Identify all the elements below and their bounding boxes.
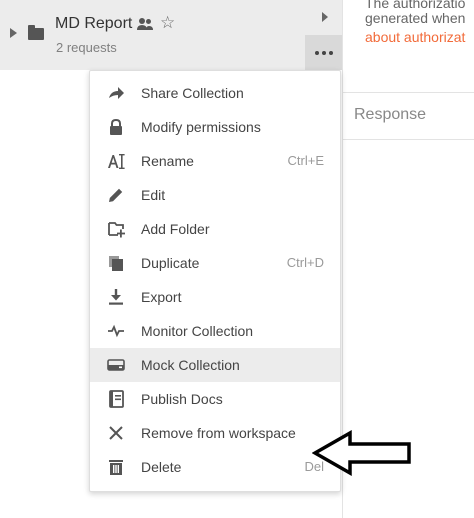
folder-icon [28, 25, 44, 40]
response-header: Response [354, 106, 427, 123]
menu-item-rename[interactable]: Rename Ctrl+E [90, 144, 340, 178]
expand-caret-icon[interactable] [10, 28, 17, 38]
menu-item-label: Delete [141, 459, 182, 475]
menu-item-label: Export [141, 289, 182, 305]
divider [343, 139, 474, 140]
menu-item-remove-from-workspace[interactable]: Remove from workspace [90, 416, 340, 450]
description-line-2: generated when [365, 10, 466, 26]
menu-item-label: Add Folder [141, 221, 210, 237]
menu-item-label: Duplicate [141, 255, 200, 271]
collection-title: MD Report [55, 15, 133, 32]
lock-icon [110, 118, 122, 135]
menu-item-export[interactable]: Export [90, 280, 340, 314]
duplicate-icon [109, 256, 123, 271]
collection-request-count: 2 requests [56, 40, 117, 55]
docs-icon [109, 390, 124, 408]
menu-item-publish-docs[interactable]: Publish Docs [90, 382, 340, 416]
collection-context-menu: Share Collection Modify permissions Rena… [89, 70, 341, 492]
menu-item-label: Remove from workspace [141, 425, 296, 441]
export-icon [109, 289, 123, 305]
menu-item-label: Mock Collection [141, 357, 240, 373]
menu-item-label: Modify permissions [141, 119, 261, 135]
menu-item-label: Monitor Collection [141, 323, 254, 339]
menu-item-share-collection[interactable]: Share Collection [90, 76, 340, 110]
add-folder-icon [108, 222, 125, 238]
mock-server-icon [107, 359, 125, 371]
collection-row[interactable]: MD Report ☆ 2 requests [0, 0, 342, 70]
share-arrow-icon [109, 87, 124, 99]
menu-item-label: Edit [141, 187, 166, 203]
star-icon[interactable]: ☆ [160, 14, 175, 31]
close-icon [109, 426, 123, 440]
menu-item-label: Publish Docs [141, 391, 223, 407]
team-icon [137, 18, 153, 30]
menu-item-delete[interactable]: Delete Del [90, 450, 340, 484]
menu-item-label: Share Collection [141, 85, 244, 101]
authorization-link[interactable]: about authorizat [365, 29, 465, 45]
expand-panel-button[interactable] [305, 0, 342, 35]
menu-item-edit[interactable]: Edit [90, 178, 340, 212]
more-actions-button[interactable] [305, 35, 342, 70]
menu-item-mock-collection[interactable]: Mock Collection [90, 348, 340, 382]
monitor-icon [108, 324, 124, 338]
rename-icon [108, 154, 125, 169]
trash-icon [109, 460, 123, 475]
menu-item-shortcut: Ctrl+E [287, 153, 324, 168]
pencil-icon [109, 188, 123, 202]
divider [343, 92, 474, 93]
menu-item-monitor-collection[interactable]: Monitor Collection [90, 314, 340, 348]
menu-item-shortcut: Ctrl+D [286, 255, 324, 270]
menu-item-label: Rename [141, 153, 194, 169]
menu-item-add-folder[interactable]: Add Folder [90, 212, 340, 246]
menu-item-modify-permissions[interactable]: Modify permissions [90, 110, 340, 144]
menu-item-duplicate[interactable]: Duplicate Ctrl+D [90, 246, 340, 280]
annotation-arrow-icon [312, 430, 411, 476]
